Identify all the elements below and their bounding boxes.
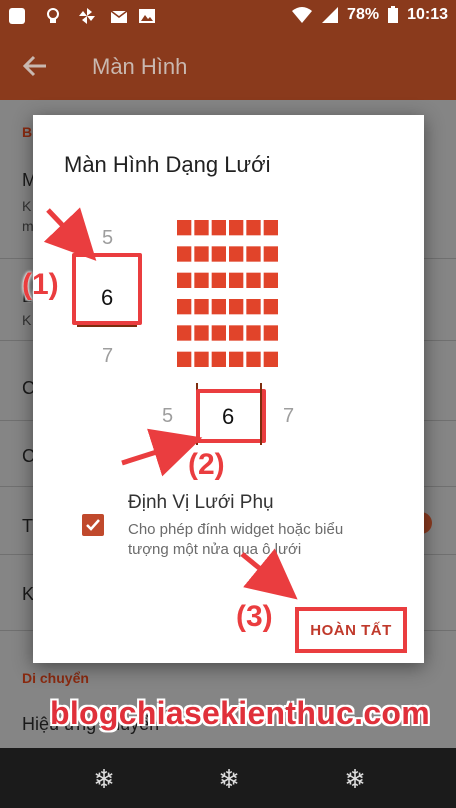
grid-cell xyxy=(229,246,244,262)
rows-picker-below[interactable]: 7 xyxy=(102,345,113,368)
cols-picker-divider-right xyxy=(260,383,262,445)
grid-cell xyxy=(246,272,261,288)
section-header-top: B xyxy=(22,124,33,140)
grid-cell xyxy=(263,325,278,341)
grid-cell xyxy=(263,272,278,288)
app-title: Màn Hình xyxy=(92,54,188,79)
grid-cell xyxy=(177,325,192,341)
subgrid-option-description: Cho phép đính widget hoặc biểu tượng một… xyxy=(128,521,344,558)
nav-bar: ❄ ❄ ❄ xyxy=(0,748,456,808)
grid-cell xyxy=(211,325,226,341)
grid-cell xyxy=(229,272,244,288)
settings-row-2-sub: K xyxy=(22,312,32,328)
signal-icon xyxy=(322,7,339,23)
grid-cell xyxy=(194,351,209,367)
grid-cell xyxy=(263,299,278,315)
dialog-title: Màn Hình Dạng Lưới xyxy=(64,152,271,177)
settings-row-5: T xyxy=(22,516,33,536)
subgrid-checkbox[interactable] xyxy=(82,514,104,536)
rows-picker-selected[interactable]: 6 xyxy=(101,285,113,311)
subgrid-option-title: Định Vị Lưới Phụ xyxy=(128,492,274,513)
wifi-icon xyxy=(292,7,313,23)
cols-picker-selected[interactable]: 6 xyxy=(222,404,234,430)
grid-cell xyxy=(263,220,278,236)
grid-cell xyxy=(211,299,226,315)
settings-row-1-sub: K xyxy=(22,198,32,214)
grid-cell xyxy=(246,220,261,236)
grid-cell xyxy=(177,351,192,367)
grid-cell xyxy=(263,351,278,367)
grid-cell xyxy=(211,351,226,367)
grid-dialog: Màn Hình Dạng Lưới 5 6 7 5 6 7 Định Vị L… xyxy=(33,115,424,663)
step-label-3: (3) xyxy=(236,600,273,633)
image-icon xyxy=(139,9,155,23)
app-bar: Màn Hình xyxy=(0,32,456,100)
clock: 10:13 xyxy=(407,6,448,23)
status-right: 78% 10:13 xyxy=(291,6,448,24)
grid-cell xyxy=(246,351,261,367)
grid-cell xyxy=(177,220,192,236)
grid-cell xyxy=(177,272,192,288)
grid-cell xyxy=(229,220,244,236)
checkmark-icon xyxy=(86,519,100,531)
grid-cell xyxy=(246,299,261,315)
step-label-1: (1) xyxy=(22,268,59,301)
section-header-bottom: Di chuyển xyxy=(22,670,89,686)
mail-icon xyxy=(110,10,128,23)
grid-cell xyxy=(211,272,226,288)
pinwheel-icon xyxy=(79,8,95,24)
back-arrow-icon[interactable] xyxy=(22,54,48,78)
snowflake-icon[interactable]: ❄ xyxy=(91,766,117,792)
grid-cell xyxy=(177,246,192,262)
grid-cell xyxy=(194,272,209,288)
done-button[interactable]: HOÀN TẤT xyxy=(295,607,407,653)
grid-cell xyxy=(263,246,278,262)
grid-cell xyxy=(229,299,244,315)
grid-cell xyxy=(194,299,209,315)
grid-cell xyxy=(211,220,226,236)
snowflake-icon[interactable]: ❄ xyxy=(216,766,242,792)
grid-cell xyxy=(229,351,244,367)
notification-square-icon xyxy=(9,8,25,24)
grid-preview xyxy=(177,220,278,367)
battery-percent: 78% xyxy=(347,6,380,23)
grid-cell xyxy=(246,246,261,262)
watermark: blogchiasekienthuc.com xyxy=(50,695,431,731)
grid-cell xyxy=(246,325,261,341)
grid-cell xyxy=(211,246,226,262)
grid-cell xyxy=(194,246,209,262)
settings-row-1-sub2: m xyxy=(22,218,34,234)
rows-picker-divider xyxy=(77,325,137,327)
cols-picker-right[interactable]: 7 xyxy=(283,405,294,428)
cols-picker-left[interactable]: 5 xyxy=(162,405,173,428)
snowflake-icon[interactable]: ❄ xyxy=(342,766,368,792)
grid-cell xyxy=(177,299,192,315)
step-label-2: (2) xyxy=(188,448,225,481)
status-bar: 78% 10:13 xyxy=(0,0,456,32)
rows-picker-above[interactable]: 5 xyxy=(102,227,113,250)
grid-cell xyxy=(194,220,209,236)
grid-cell xyxy=(229,325,244,341)
lightbulb-icon xyxy=(47,8,59,23)
grid-cell xyxy=(194,325,209,341)
battery-icon xyxy=(388,6,399,23)
